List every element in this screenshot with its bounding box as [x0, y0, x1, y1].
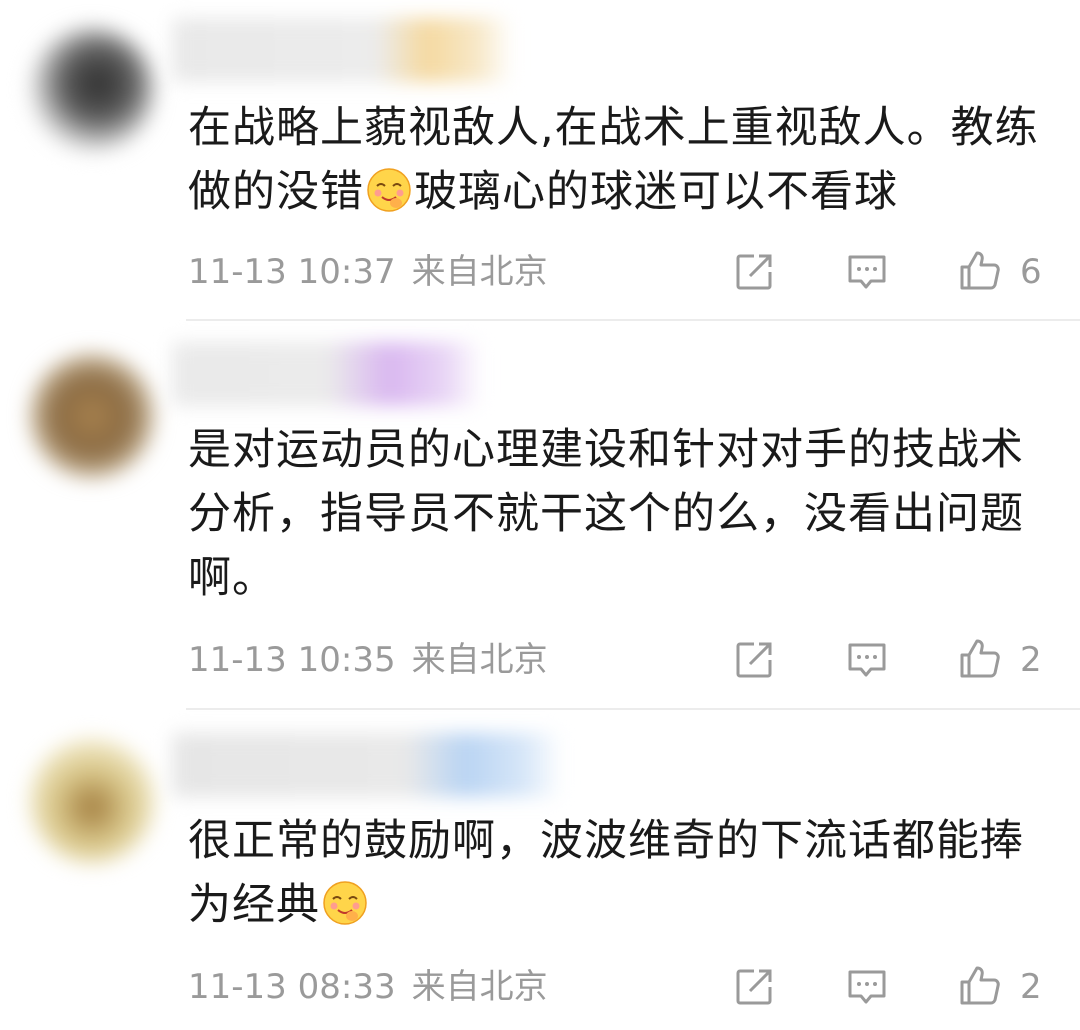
smiling-face-with-hand-on-cheek-emoji: [366, 167, 412, 213]
comment-meta: 11-13 08:33 来自北京: [188, 967, 548, 1007]
share-icon[interactable]: [732, 250, 776, 294]
thumbs-up-icon[interactable]: [958, 963, 1002, 1007]
avatar[interactable]: [30, 739, 154, 863]
timestamp: 11-13 10:35: [188, 640, 396, 680]
share-icon[interactable]: [732, 965, 776, 1009]
thumbs-up-icon[interactable]: [958, 248, 1002, 292]
comment-item: 是对运动员的心理建设和针对对手的技战术分析，指导员不就干这个的么，没看出问题啊。…: [0, 322, 1080, 708]
comment-icon[interactable]: [845, 250, 889, 294]
like-count: 6: [1020, 252, 1042, 292]
divider: [186, 319, 1080, 321]
like-count: 2: [1020, 967, 1042, 1007]
like-count: 2: [1020, 640, 1042, 680]
username-blurred[interactable]: [172, 342, 482, 406]
smiling-face-with-hand-on-cheek-emoji: [322, 880, 368, 926]
comment-icon[interactable]: [845, 965, 889, 1009]
location: 来自北京: [411, 640, 548, 680]
comment-icon[interactable]: [845, 638, 889, 682]
avatar[interactable]: [30, 354, 154, 478]
share-icon[interactable]: [732, 638, 776, 682]
thumbs-up-icon[interactable]: [958, 636, 1002, 680]
comment-text: 是对运动员的心理建设和针对对手的技战术分析，指导员不就干这个的么，没看出问题啊。: [188, 425, 1024, 603]
timestamp: 11-13 10:37: [188, 252, 396, 292]
comment-text: 在战略上藐视敌人,在战术上重视敌人。教练做的没错 玻璃心的球迷可以不看球: [188, 103, 1039, 217]
timestamp: 11-13 08:33: [188, 967, 396, 1007]
comment-meta: 11-13 10:35 来自北京: [188, 640, 548, 680]
username-blurred[interactable]: [172, 733, 562, 797]
location: 来自北京: [411, 967, 548, 1007]
comment-meta: 11-13 10:37 来自北京: [188, 252, 548, 292]
avatar[interactable]: [30, 28, 154, 152]
divider: [186, 708, 1080, 710]
location: 来自北京: [411, 252, 548, 292]
username-blurred[interactable]: [172, 18, 512, 82]
comment-text: 很正常的鼓励啊，波波维奇的下流话都能捧为经典: [188, 816, 1024, 930]
comment-item: 在战略上藐视敌人,在战术上重视敌人。教练做的没错 玻璃心的球迷可以不看球 11-1…: [0, 0, 1080, 320]
comment-item: 很正常的鼓励啊，波波维奇的下流话都能捧为经典 11-13 08:33 来自北京 2: [0, 711, 1080, 1030]
